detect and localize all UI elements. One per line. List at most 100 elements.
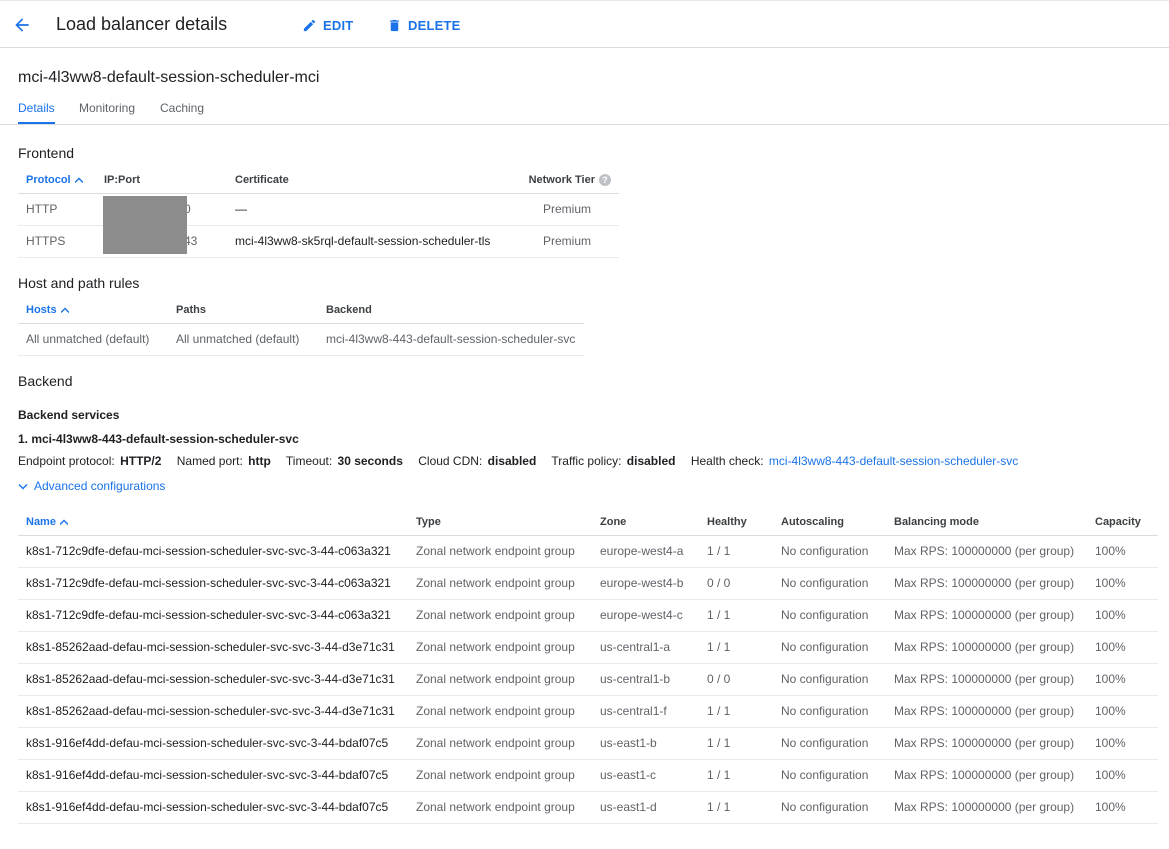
capacity-cell: 100% xyxy=(1087,727,1158,760)
backend-services-title: Backend services xyxy=(18,408,120,422)
type-cell: Zonal network endpoint group xyxy=(408,695,592,728)
autoscaling-cell: No configuration xyxy=(773,791,886,824)
host-path-rules-title: Host and path rules xyxy=(18,275,140,291)
delete-button[interactable]: DELETE xyxy=(387,15,460,35)
capacity-cell: 100% xyxy=(1087,599,1158,632)
frontend-title: Frontend xyxy=(18,145,75,161)
type-cell: Zonal network endpoint group xyxy=(408,663,592,696)
autoscaling-cell: No configuration xyxy=(773,631,886,664)
zone-cell: europe-west4-c xyxy=(592,599,699,632)
table-row: k8s1-712c9dfe-defau-mci-session-schedule… xyxy=(18,567,1158,600)
balancing-mode-header: Balancing mode xyxy=(886,509,1087,536)
name-cell: k8s1-916ef4dd-defau-mci-session-schedule… xyxy=(18,791,408,824)
table-header-row: Name Type Zone Healthy Autoscaling Balan… xyxy=(18,509,1158,536)
arrow-back-icon xyxy=(15,18,29,32)
type-header: Type xyxy=(408,509,592,536)
hosts-header[interactable]: Hosts xyxy=(18,297,168,324)
balancing-mode-cell: Max RPS: 100000000 (per group) xyxy=(886,663,1087,696)
table-row: k8s1-916ef4dd-defau-mci-session-schedule… xyxy=(18,759,1158,792)
type-cell: Zonal network endpoint group xyxy=(408,631,592,664)
backend-service-meta: Endpoint protocol: HTTP/2 Named port: ht… xyxy=(18,454,1018,468)
zone-cell: us-east1-d xyxy=(592,791,699,824)
backend-rows: k8s1-712c9dfe-defau-mci-session-schedule… xyxy=(18,535,1158,824)
redacted-ip-block xyxy=(103,196,187,254)
caret-up-icon xyxy=(74,177,83,183)
caret-up-icon xyxy=(60,307,69,313)
cloud-cdn-label: Cloud CDN: xyxy=(418,454,483,468)
healthy-cell: 0 / 0 xyxy=(699,567,773,600)
type-cell: Zonal network endpoint group xyxy=(408,567,592,600)
name-cell: k8s1-712c9dfe-defau-mci-session-schedule… xyxy=(18,567,408,600)
tab-caching[interactable]: Caching xyxy=(160,101,204,124)
type-cell: Zonal network endpoint group xyxy=(408,535,592,568)
balancing-mode-cell: Max RPS: 100000000 (per group) xyxy=(886,599,1087,632)
back-button[interactable] xyxy=(10,13,34,37)
name-cell: k8s1-712c9dfe-defau-mci-session-schedule… xyxy=(18,535,408,568)
balancing-mode-cell: Max RPS: 100000000 (per group) xyxy=(886,791,1087,824)
healthy-cell: 1 / 1 xyxy=(699,727,773,760)
edit-button[interactable]: EDIT xyxy=(302,15,353,35)
table-row: All unmatched (default) All unmatched (d… xyxy=(18,323,584,356)
zone-cell: us-east1-c xyxy=(592,759,699,792)
name-cell: k8s1-85262aad-defau-mci-session-schedule… xyxy=(18,631,408,664)
autoscaling-cell: No configuration xyxy=(773,535,886,568)
named-port-label: Named port: xyxy=(176,454,243,468)
protocol-cell: HTTPS xyxy=(18,225,96,258)
backend-header: Backend xyxy=(318,297,584,324)
type-cell: Zonal network endpoint group xyxy=(408,759,592,792)
autoscaling-cell: No configuration xyxy=(773,695,886,728)
certificate-cell: — xyxy=(227,193,507,226)
zone-cell: us-east1-b xyxy=(592,727,699,760)
healthy-cell: 1 / 1 xyxy=(699,759,773,792)
ipport-header: IP:Port xyxy=(96,167,227,194)
table-header-row: Hosts Paths Backend xyxy=(18,297,584,324)
health-check-label: Health check: xyxy=(690,454,764,468)
zone-cell: us-central1-b xyxy=(592,663,699,696)
capacity-cell: 100% xyxy=(1087,791,1158,824)
page-title: Load balancer details xyxy=(56,14,228,34)
edit-label: EDIT xyxy=(323,17,354,33)
balancing-mode-cell: Max RPS: 100000000 (per group) xyxy=(886,727,1087,760)
name-cell: k8s1-85262aad-defau-mci-session-schedule… xyxy=(18,663,408,696)
healthy-cell: 1 / 1 xyxy=(699,535,773,568)
trash-icon xyxy=(390,19,399,31)
chevron-down-icon xyxy=(18,483,28,489)
table-row: k8s1-916ef4dd-defau-mci-session-schedule… xyxy=(18,727,1158,760)
tab-monitoring[interactable]: Monitoring xyxy=(79,101,135,124)
table-row: k8s1-916ef4dd-defau-mci-session-schedule… xyxy=(18,791,1158,824)
tier-cell: Premium xyxy=(507,193,619,226)
paths-cell: All unmatched (default) xyxy=(168,323,318,356)
type-cell: Zonal network endpoint group xyxy=(408,727,592,760)
backend-service-name: 1. mci-4l3ww8-443-default-session-schedu… xyxy=(18,432,299,446)
table-row: k8s1-85262aad-defau-mci-session-schedule… xyxy=(18,663,1158,696)
healthy-cell: 1 / 1 xyxy=(699,599,773,632)
endpoint-protocol-label: Endpoint protocol: xyxy=(18,454,115,468)
timeout-value: 30 seconds xyxy=(337,454,403,468)
balancing-mode-cell: Max RPS: 100000000 (per group) xyxy=(886,535,1087,568)
table-row: k8s1-712c9dfe-defau-mci-session-schedule… xyxy=(18,599,1158,632)
network-tier-header: Network Tier? xyxy=(507,167,619,194)
backend-cell: mci-4l3ww8-443-default-session-scheduler… xyxy=(318,323,584,356)
tab-bar: Details Monitoring Caching xyxy=(0,96,1169,125)
tab-details[interactable]: Details xyxy=(18,101,55,124)
advanced-configurations-toggle[interactable]: Advanced configurations xyxy=(18,479,165,493)
autoscaling-cell: No configuration xyxy=(773,567,886,600)
health-check-link[interactable]: mci-4l3ww8-443-default-session-scheduler… xyxy=(769,454,1018,468)
help-icon[interactable]: ? xyxy=(599,173,611,186)
zone-cell: us-central1-a xyxy=(592,631,699,664)
type-cell: Zonal network endpoint group xyxy=(408,599,592,632)
balancing-mode-cell: Max RPS: 100000000 (per group) xyxy=(886,567,1087,600)
endpoint-protocol-value: HTTP/2 xyxy=(120,454,162,468)
table-header-row: Protocol IP:Port Certificate Network Tie… xyxy=(18,167,619,194)
backend-title: Backend xyxy=(18,373,73,389)
protocol-header[interactable]: Protocol xyxy=(18,167,96,194)
tier-cell: Premium xyxy=(507,225,619,258)
balancing-mode-cell: Max RPS: 100000000 (per group) xyxy=(886,759,1087,792)
balancing-mode-cell: Max RPS: 100000000 (per group) xyxy=(886,695,1087,728)
named-port-value: http xyxy=(248,454,271,468)
autoscaling-header: Autoscaling xyxy=(773,509,886,536)
table-row: k8s1-712c9dfe-defau-mci-session-schedule… xyxy=(18,535,1158,568)
healthy-cell: 0 / 0 xyxy=(699,663,773,696)
healthy-header: Healthy xyxy=(699,509,773,536)
name-header[interactable]: Name xyxy=(18,509,408,536)
